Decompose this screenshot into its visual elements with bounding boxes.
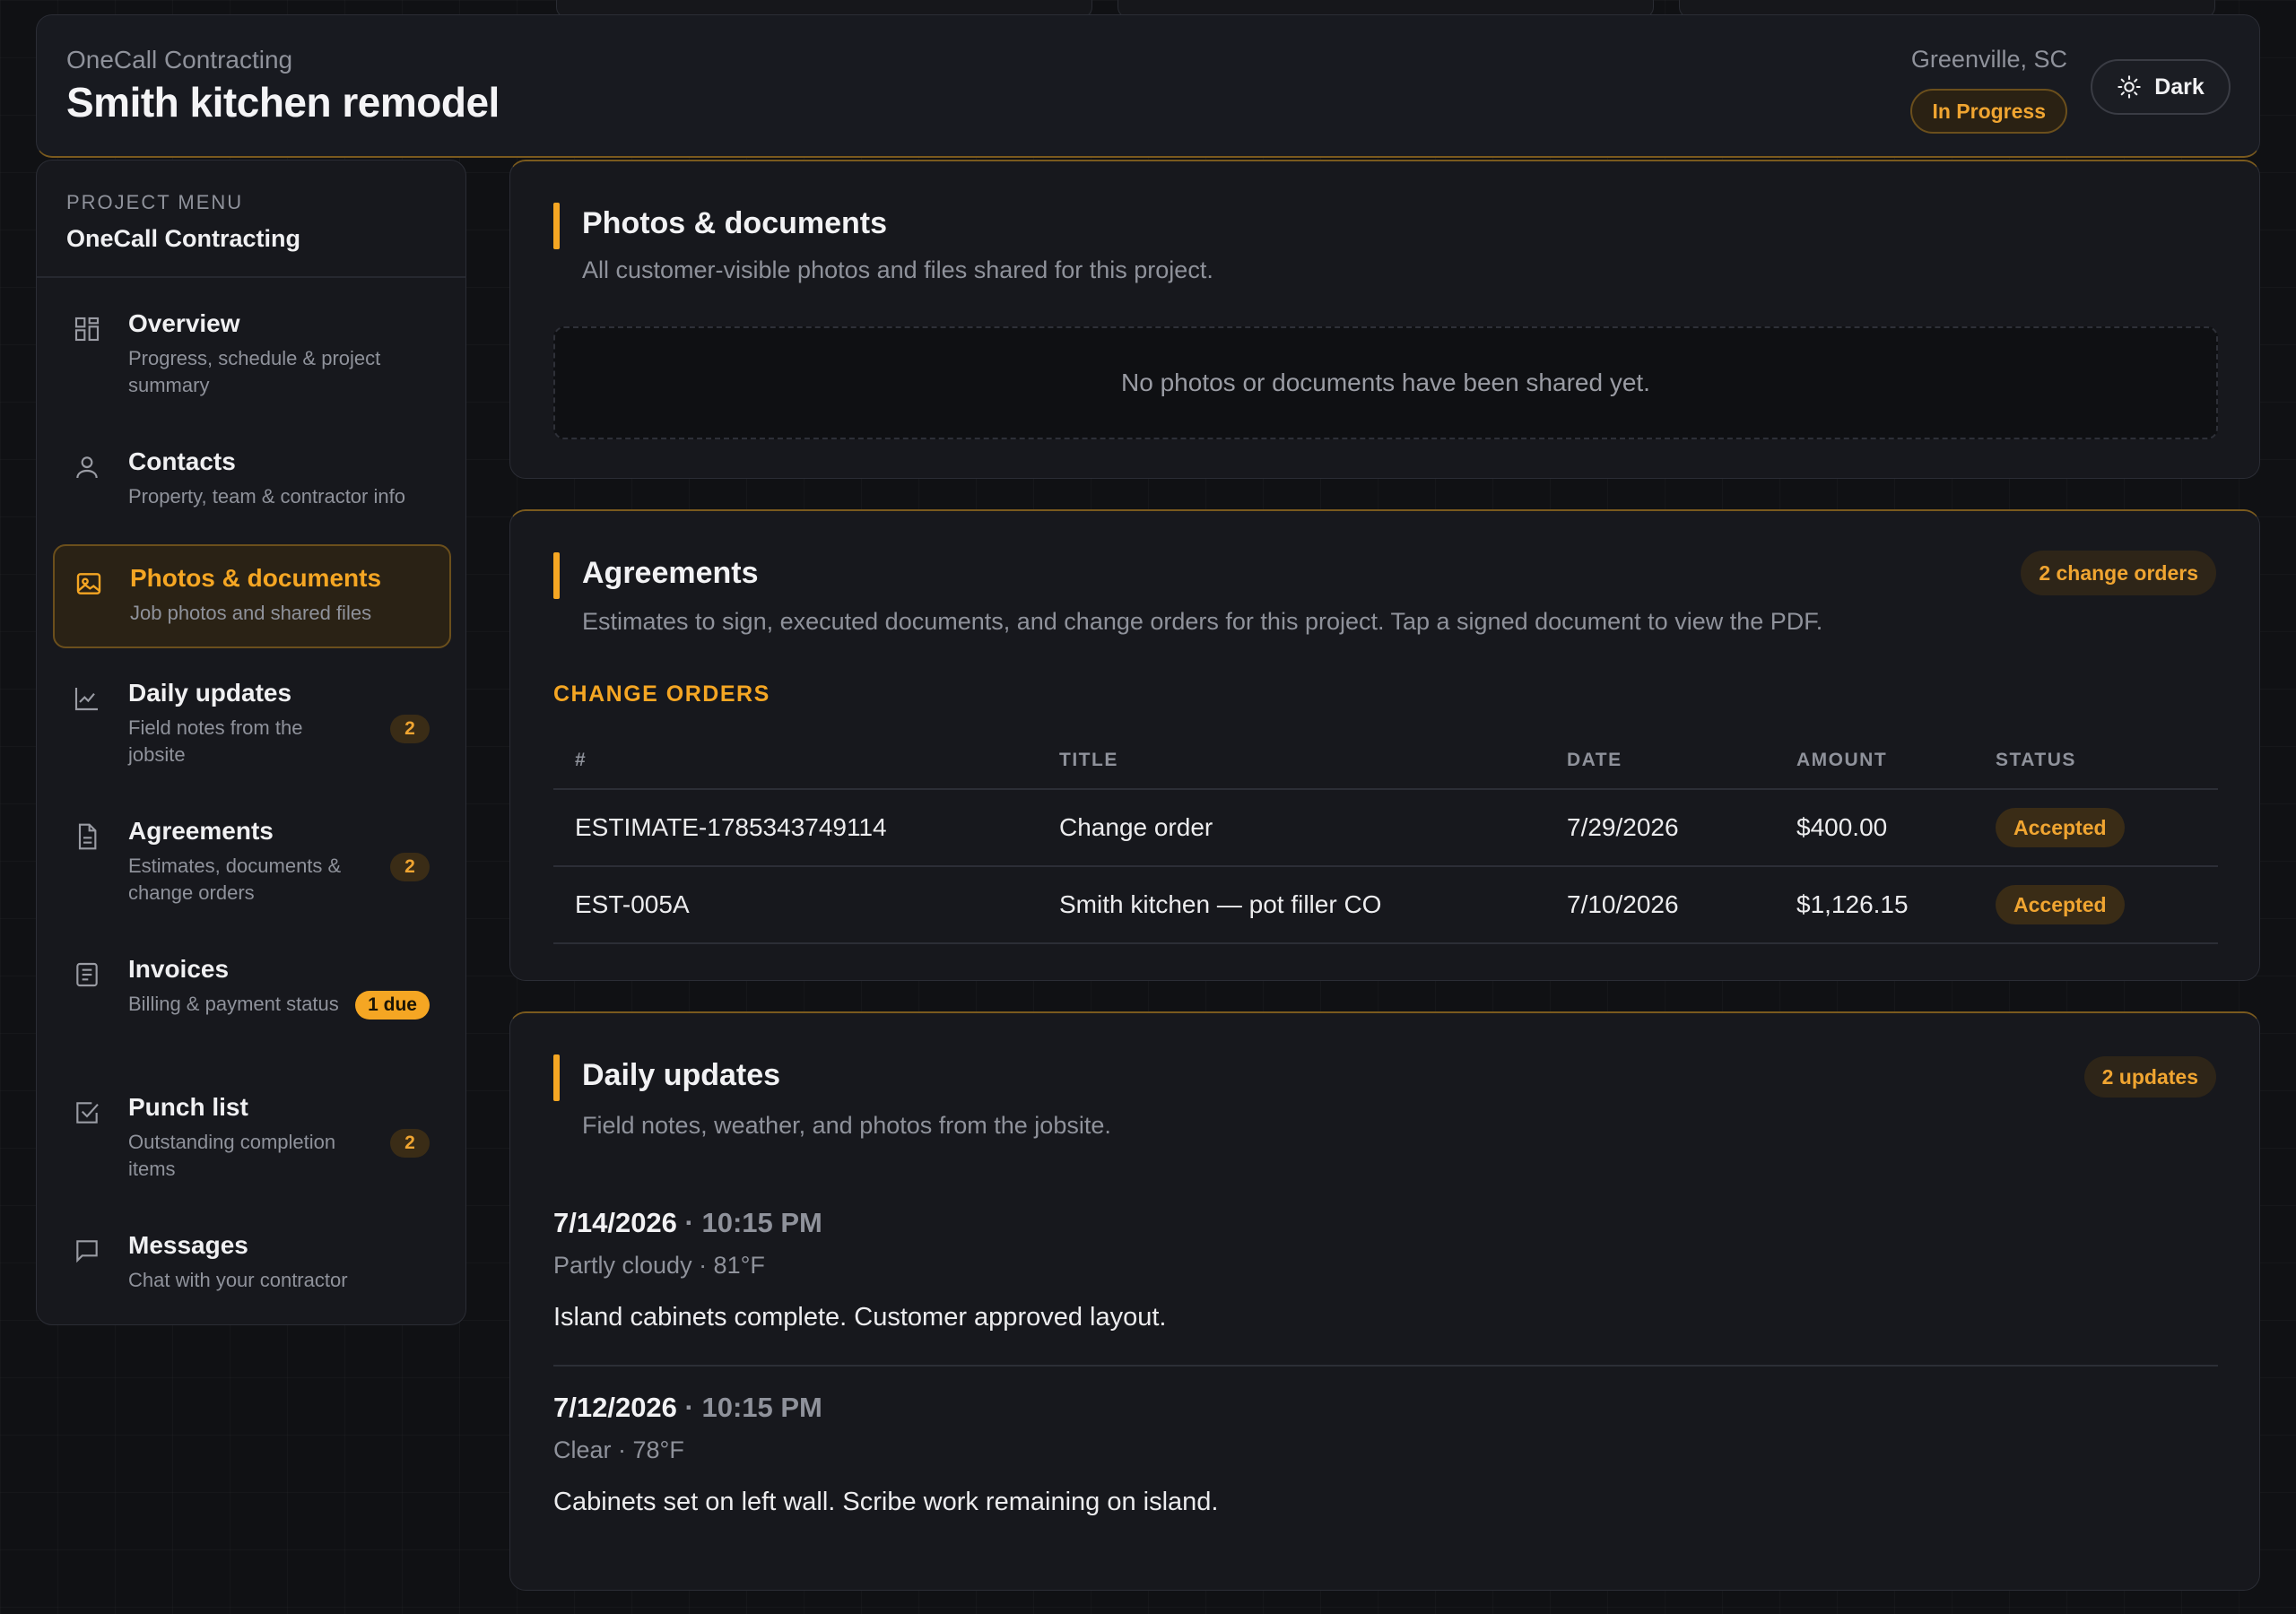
count-badge: 2: [390, 715, 430, 743]
sidebar-item-description: Progress, schedule & project summary: [128, 347, 381, 396]
count-badge: 2: [390, 1129, 430, 1158]
column-header: TITLE: [1038, 732, 1545, 790]
status-badge: Accepted: [1996, 808, 2125, 847]
panel-title: Daily updates: [582, 1058, 781, 1092]
sidebar-item-description: Job photos and shared files: [130, 602, 372, 624]
chart-icon: [74, 688, 98, 711]
sidebar-item-daily-updates[interactable]: Daily updates Field notes from the jobsi…: [53, 672, 451, 770]
theme-toggle-label: Dark: [2154, 74, 2205, 100]
panel-accent-bar: [553, 203, 560, 249]
update-date: 7/14/2026: [553, 1207, 677, 1238]
sidebar-item-punch-list[interactable]: Punch list Outstanding completion items …: [53, 1086, 451, 1184]
estimate-date: 7/29/2026: [1545, 789, 1775, 867]
menu-header: PROJECT MENU OneCall Contracting: [37, 161, 465, 278]
sidebar-item-label: Messages: [128, 1231, 248, 1259]
change-orders-badge: 2 change orders: [2021, 551, 2216, 595]
sidebar-item-label: Agreements: [128, 817, 274, 845]
menu-label: PROJECT MENU: [66, 191, 244, 213]
panel-subtitle: Estimates to sign, executed documents, a…: [582, 608, 1823, 635]
update-entry: 7/14/2026 · 10:15 PM Partly cloudy · 81°…: [553, 1207, 2218, 1332]
theme-toggle-button[interactable]: Dark: [2091, 59, 2231, 115]
sidebar-item-description: Billing & payment status: [128, 993, 339, 1015]
sidebar-item-label: Punch list: [128, 1093, 248, 1121]
column-header: DATE: [1545, 732, 1775, 790]
due-badge: 1 due: [355, 991, 430, 1020]
divider: [553, 1365, 2218, 1367]
updates-count-badge: 2 updates: [2083, 1056, 2216, 1098]
sidebar-item-photos-documents[interactable]: Photos & documents Job photos and shared…: [53, 544, 451, 648]
sidebar-item-description: Field notes from the jobsite: [128, 716, 303, 766]
sidebar-item-description: Estimates, documents & change orders: [128, 855, 342, 904]
update-date: 7/12/2026: [553, 1392, 677, 1423]
count-badge: 2: [390, 853, 430, 881]
column-header: AMOUNT: [1775, 732, 1974, 790]
sidebar-item-label: Contacts: [128, 447, 236, 475]
update-time: · 10:15 PM: [684, 1207, 822, 1238]
daily-updates-panel: Daily updates 2 updates Field notes, wea…: [509, 1011, 2260, 1591]
sidebar-item-overview[interactable]: Overview Progress, schedule & project su…: [53, 302, 451, 408]
sidebar-item-invoices[interactable]: Invoices Billing & payment status 1 due: [53, 948, 451, 1046]
panel-title: Photos & documents: [582, 206, 888, 240]
status-badge: In Progress: [1910, 89, 2067, 134]
menu-company: OneCall Contracting: [66, 225, 301, 252]
grid-icon: [74, 317, 100, 342]
invoice-icon: [76, 962, 98, 987]
column-header: STATUS: [1974, 732, 2218, 790]
page-title: Smith kitchen remodel: [66, 79, 500, 126]
sun-icon: [2118, 75, 2141, 99]
update-note: Island cabinets complete. Customer appro…: [553, 1303, 1167, 1332]
agreements-panel: Agreements 2 change orders Estimates to …: [509, 509, 2260, 981]
sidebar-item-messages[interactable]: Messages Chat with your contractor: [53, 1224, 451, 1305]
sidebar-item-contacts[interactable]: Contacts Property, team & contractor inf…: [53, 440, 451, 521]
update-datetime: 7/14/2026 · 10:15 PM: [553, 1207, 2218, 1239]
sidebar-item-label: Photos & documents: [130, 564, 382, 592]
table-header-row: # TITLE DATE AMOUNT STATUS: [553, 732, 2218, 790]
sidebar-item-description: Chat with your contractor: [128, 1269, 348, 1291]
sidebar-item-label: Daily updates: [128, 679, 292, 707]
chat-icon: [76, 1240, 98, 1263]
update-note: Cabinets set on left wall. Scribe work r…: [553, 1488, 1219, 1516]
panel-accent-bar: [553, 1054, 560, 1101]
estimate-title: Smith kitchen — pot filler CO: [1038, 866, 1545, 944]
company-name: OneCall Contracting: [66, 46, 293, 74]
checkbox-icon: [76, 1102, 99, 1124]
person-icon: [76, 456, 98, 479]
sidebar-item-description: Outstanding completion items: [128, 1131, 336, 1180]
estimate-amount: $400.00: [1775, 789, 1974, 867]
image-icon: [76, 573, 101, 594]
sidebar-item-description: Property, team & contractor info: [128, 485, 405, 508]
update-time: · 10:15 PM: [684, 1392, 822, 1423]
estimate-number: EST-005A: [553, 866, 1038, 944]
photos-documents-panel: Photos & documents All customer-visible …: [509, 160, 2260, 479]
update-datetime: 7/12/2026 · 10:15 PM: [553, 1392, 2218, 1424]
document-icon: [78, 823, 97, 850]
section-label: CHANGE ORDERS: [553, 681, 770, 707]
update-weather: Partly cloudy · 81°F: [553, 1252, 765, 1279]
sidebar-item-label: Overview: [128, 309, 240, 337]
project-location: Greenville, SC: [1910, 46, 2067, 73]
status-badge: Accepted: [1996, 885, 2125, 924]
project-header: OneCall Contracting Smith kitchen remode…: [36, 14, 2260, 158]
update-weather: Clear · 78°F: [553, 1436, 684, 1463]
project-menu: PROJECT MENU OneCall Contracting Overvie…: [36, 160, 466, 1325]
empty-state: No photos or documents have been shared …: [553, 326, 2218, 439]
change-orders-table: # TITLE DATE AMOUNT STATUS ESTIMATE-1785…: [553, 732, 2218, 944]
sidebar-item-agreements[interactable]: Agreements Estimates, documents & change…: [53, 810, 451, 908]
table-row[interactable]: EST-005A Smith kitchen — pot filler CO 7…: [553, 866, 2218, 944]
estimate-title: Change order: [1038, 789, 1545, 867]
estimate-number: ESTIMATE-1785343749114: [553, 789, 1038, 867]
column-header: #: [553, 732, 1038, 790]
table-row[interactable]: ESTIMATE-1785343749114 Change order 7/29…: [553, 789, 2218, 867]
update-entry: 7/12/2026 · 10:15 PM Clear · 78°F Cabine…: [553, 1392, 2218, 1517]
panel-subtitle: Field notes, weather, and photos from th…: [582, 1112, 1111, 1139]
estimate-date: 7/10/2026: [1545, 866, 1775, 944]
panel-accent-bar: [553, 552, 560, 599]
estimate-amount: $1,126.15: [1775, 866, 1974, 944]
panel-subtitle: All customer-visible photos and files sh…: [582, 256, 1213, 283]
sidebar-item-label: Invoices: [128, 955, 230, 983]
panel-title: Agreements: [582, 556, 759, 590]
